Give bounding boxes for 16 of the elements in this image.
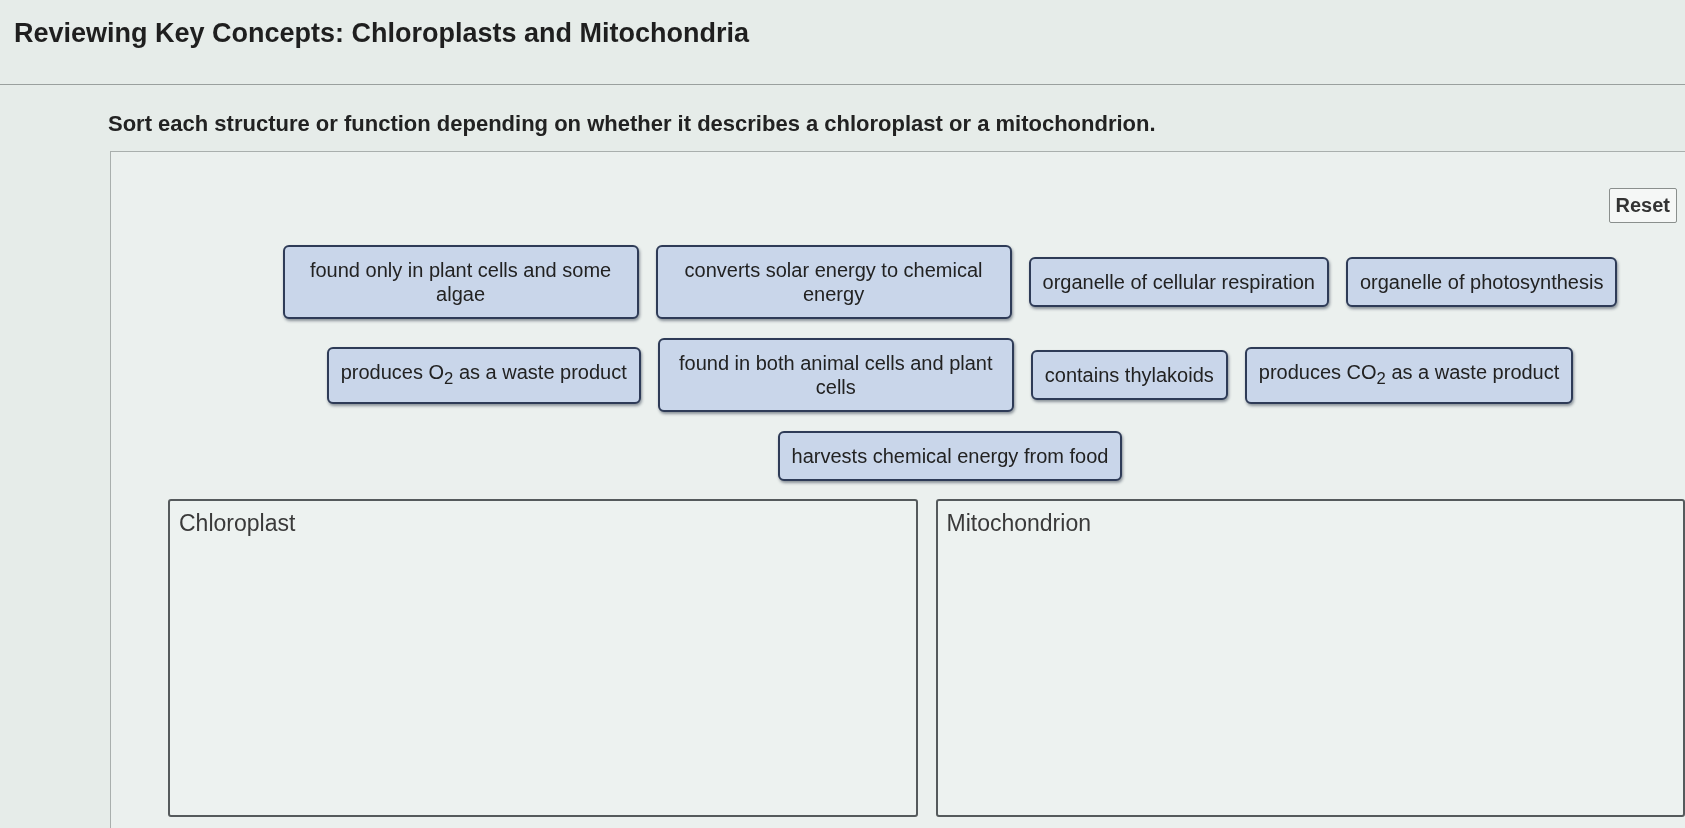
drop-zone[interactable]: Chloroplast [168,499,918,817]
draggable-answer-tile[interactable]: harvests chemical energy from food [777,431,1123,481]
draggable-answer-tile[interactable]: found in both animal cells and plant cells [657,338,1014,412]
drop-zone-label: Mitochondrion [946,509,1091,537]
draggable-answer-tile[interactable]: produces O$_{2}$ as a waste product [326,346,641,404]
instructions-text: Sort each structure or function depending on whether it describes a chloroplast or a mitochondrion. [108,110,1156,138]
drop-zone-label: Chloroplast [179,509,296,537]
draggable-answer-tile[interactable]: organelle of photosynthesis [1345,257,1618,307]
draggable-answer-tile[interactable]: converts solar energy to chemical energy [655,245,1012,319]
page-title: Reviewing Key Concepts: Chloroplasts and Mitochondria [14,17,750,49]
drop-zone[interactable]: Mitochondrion [935,499,1685,817]
draggable-answer-tile[interactable]: organelle of cellular respiration [1028,257,1329,307]
draggable-answer-tile[interactable]: found only in plant cells and some algae [282,245,639,319]
reset-button[interactable]: Reset [1608,188,1677,223]
draggable-answer-tile[interactable]: contains thylakoids [1030,350,1228,400]
draggable-answer-tile[interactable]: produces CO$_{2}$ as a waste product [1244,346,1574,404]
